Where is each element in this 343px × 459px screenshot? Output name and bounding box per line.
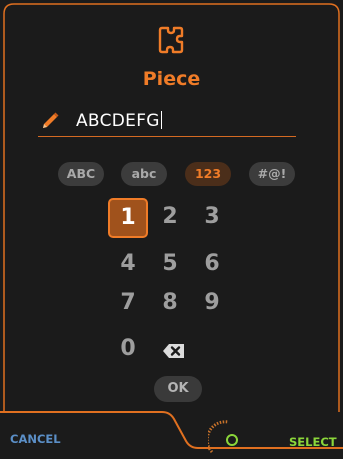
keypad-dialog: Piece ABCDEFG ABC abc 123 #@! 1 2 3 4 5 …	[0, 0, 343, 459]
text-input[interactable]: ABCDEFG	[76, 111, 162, 131]
rotary-knob-icon[interactable]	[208, 418, 248, 458]
puzzle-piece-icon	[158, 26, 184, 54]
key-1[interactable]: 1	[108, 198, 148, 238]
key-2[interactable]: 2	[150, 197, 190, 237]
backspace-icon[interactable]	[162, 342, 186, 360]
mode-symbols-button[interactable]: #@!	[249, 162, 295, 186]
dialog-title: Piece	[142, 68, 201, 90]
key-9[interactable]: 9	[192, 283, 232, 323]
mode-uppercase-button[interactable]: ABC	[58, 162, 104, 186]
pencil-icon	[43, 112, 59, 128]
input-underline	[38, 136, 296, 137]
mode-numeric-button[interactable]: 123	[185, 162, 231, 186]
text-caret	[160, 111, 162, 129]
select-button[interactable]: SELECT	[289, 435, 337, 449]
mode-lowercase-button[interactable]: abc	[121, 162, 167, 186]
key-5[interactable]: 5	[150, 244, 190, 284]
key-4[interactable]: 4	[108, 244, 148, 284]
key-6[interactable]: 6	[192, 244, 232, 284]
key-3[interactable]: 3	[192, 197, 232, 237]
ok-button[interactable]: OK	[154, 376, 202, 402]
cancel-button[interactable]: CANCEL	[10, 432, 61, 446]
key-0[interactable]: 0	[108, 329, 148, 369]
key-7[interactable]: 7	[108, 283, 148, 323]
input-value: ABCDEFG	[76, 111, 160, 131]
key-8[interactable]: 8	[150, 283, 190, 323]
